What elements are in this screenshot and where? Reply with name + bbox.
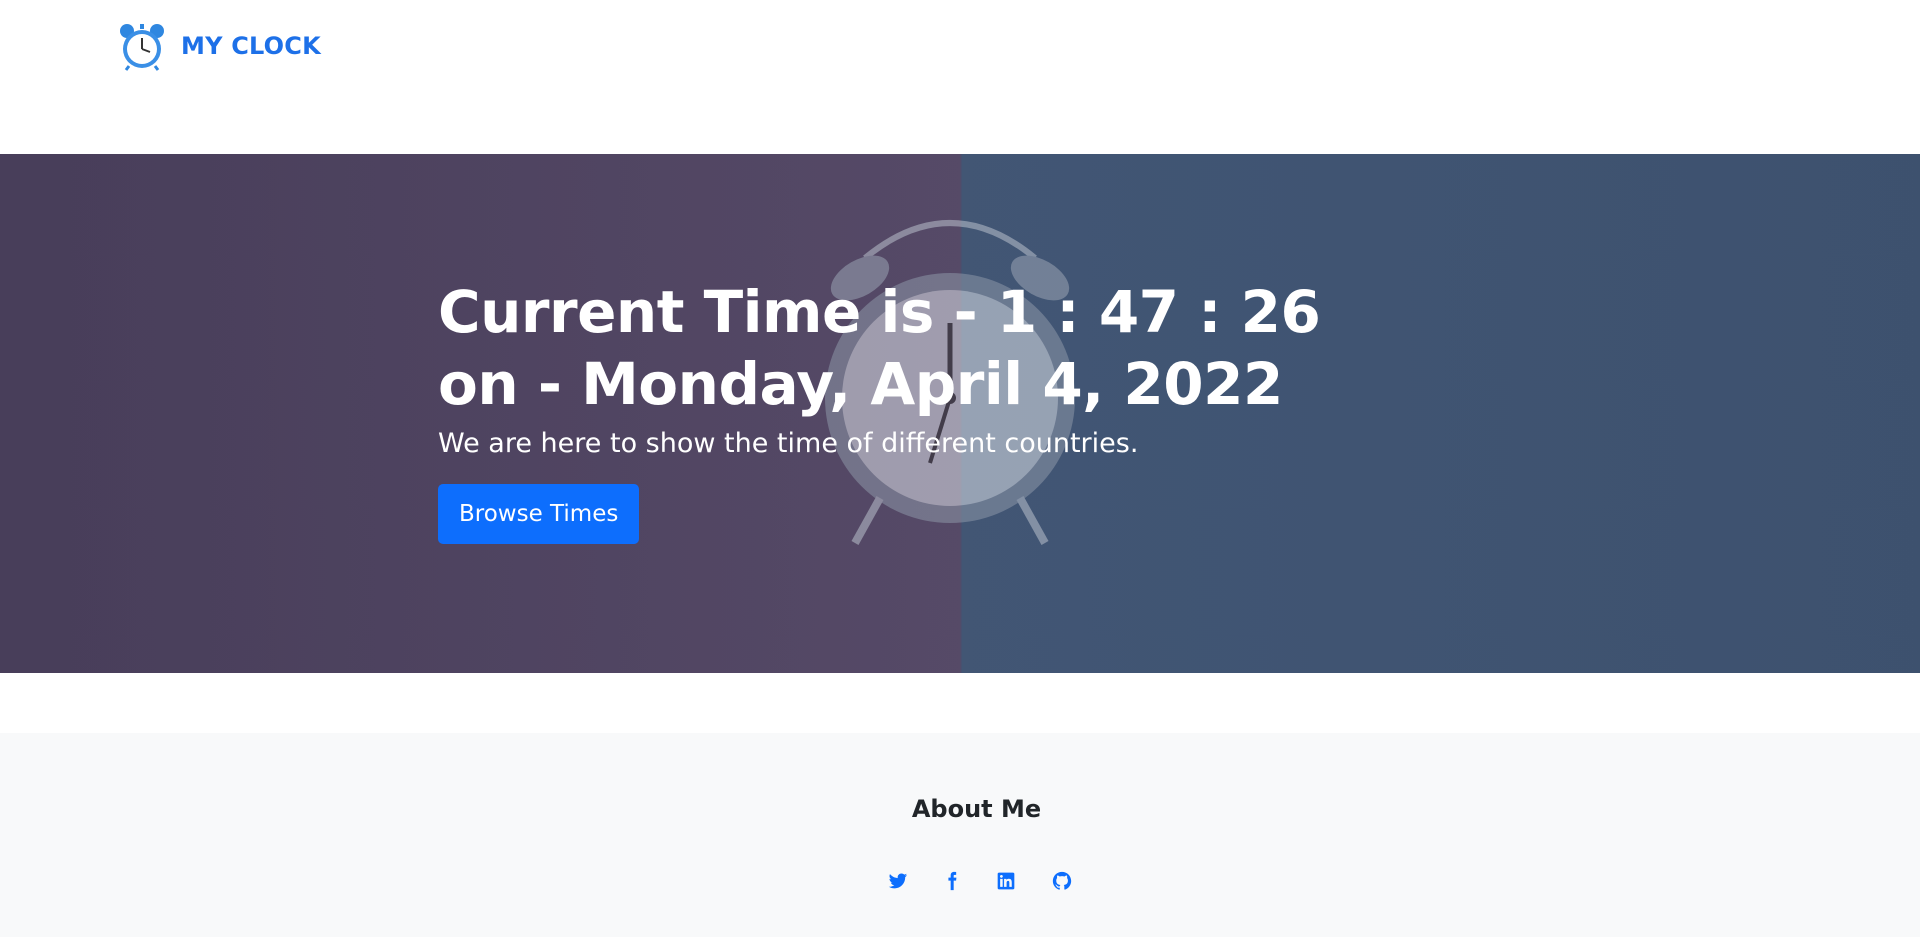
current-time-heading: Current Time is - 1 : 47 : 26 on - Monda… bbox=[438, 276, 1338, 420]
facebook-link[interactable] bbox=[938, 867, 966, 895]
about-title: About Me bbox=[911, 795, 1042, 823]
brand-name: MY CLOCK bbox=[181, 32, 321, 60]
twitter-link[interactable] bbox=[884, 867, 912, 895]
hero-subtitle: We are here to show the time of differen… bbox=[438, 428, 1139, 459]
current-time-line: Current Time is - 1 : 47 : 26 bbox=[438, 278, 1321, 346]
facebook-icon bbox=[948, 871, 957, 891]
hero-section: Current Time is - 1 : 47 : 26 on - Monda… bbox=[0, 154, 1920, 673]
alarm-clock-icon bbox=[120, 24, 164, 71]
about-section: About Me bbox=[0, 733, 1920, 937]
current-date-line: on - Monday, April 4, 2022 bbox=[438, 350, 1283, 418]
twitter-icon bbox=[888, 873, 908, 889]
social-links bbox=[0, 867, 1920, 897]
linkedin-icon bbox=[997, 872, 1015, 890]
navbar: MY CLOCK bbox=[0, 0, 1920, 154]
brand-link[interactable]: MY CLOCK bbox=[117, 21, 321, 71]
linkedin-link[interactable] bbox=[992, 867, 1020, 895]
github-icon bbox=[1052, 871, 1072, 890]
browse-times-button[interactable]: Browse Times bbox=[438, 484, 640, 544]
github-link[interactable] bbox=[1048, 867, 1076, 895]
hero-content: Current Time is - 1 : 47 : 26 on - Monda… bbox=[438, 276, 1338, 544]
